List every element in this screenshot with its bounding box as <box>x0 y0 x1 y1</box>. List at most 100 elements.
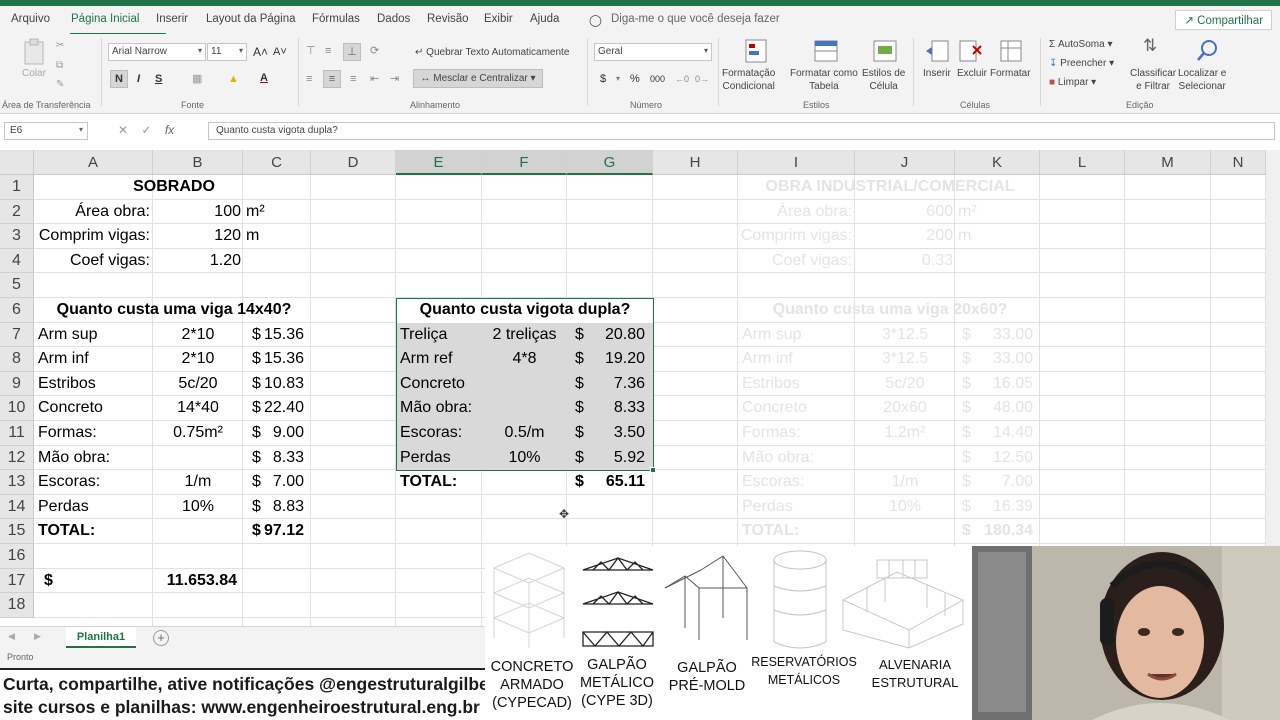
column-header-b[interactable]: B <box>153 150 243 175</box>
cell-currency[interactable]: $ <box>575 421 589 445</box>
font-color-icon[interactable]: A <box>260 70 268 86</box>
increase-decimal-icon[interactable]: ←0 <box>675 71 689 87</box>
borders-icon[interactable]: ▦ <box>192 71 202 87</box>
cell-item-label[interactable]: Escoras: <box>742 470 854 494</box>
row-header-13[interactable]: 13 <box>0 470 34 495</box>
cell-item-qty[interactable]: 10% <box>155 495 241 519</box>
cell-item-price[interactable]: 16.39 <box>975 495 1033 519</box>
row-header-3[interactable]: 3 <box>0 224 34 249</box>
cell-item-label[interactable]: Concreto <box>742 396 854 420</box>
column-header-j[interactable]: J <box>855 150 955 175</box>
column-header-i[interactable]: I <box>738 150 855 175</box>
cell-item-price[interactable]: 33.00 <box>975 323 1033 347</box>
number-format-select[interactable]: Geral ▾ <box>594 43 712 61</box>
column-header-h[interactable]: H <box>653 150 738 175</box>
cell-currency[interactable]: $ <box>962 347 976 371</box>
formula-input[interactable]: Quanto custa vigota dupla? <box>208 122 1275 140</box>
cell-item-label[interactable]: Mão obra: <box>400 396 482 420</box>
delete-cells-label[interactable]: Excluir <box>957 67 987 80</box>
tab-formulas[interactable]: Fórmulas <box>312 13 360 25</box>
bold-button[interactable]: N <box>110 70 128 88</box>
cell-value[interactable]: 600 <box>857 200 953 224</box>
cell-item-price[interactable]: 8.33 <box>258 446 304 470</box>
copy-icon[interactable]: ⧉ <box>56 59 63 72</box>
cell-currency[interactable]: $ <box>44 569 58 593</box>
row-header-1[interactable]: 1 <box>0 175 34 200</box>
cell-total-label[interactable]: TOTAL: <box>38 519 152 543</box>
scroll-left-icon[interactable]: ◀ <box>8 631 15 642</box>
select-all-corner[interactable] <box>0 150 34 175</box>
cell-item-label[interactable]: Arm sup <box>742 323 854 347</box>
find-select-icon[interactable] <box>1195 38 1221 64</box>
row-header-7[interactable]: 7 <box>0 322 34 348</box>
cell-currency[interactable]: $ <box>575 470 589 494</box>
grow-font-icon[interactable]: A˄ <box>253 44 268 60</box>
row-header-6[interactable]: 6 <box>0 298 34 323</box>
fill-color-icon[interactable]: ▲ <box>228 71 239 87</box>
tab-exibir[interactable]: Exibir <box>484 13 513 25</box>
share-button[interactable]: ↗ Compartilhar <box>1175 10 1272 30</box>
cell-item-label[interactable]: Estribos <box>742 372 854 396</box>
tab-pagina-inicial[interactable]: Página Inicial <box>71 13 139 25</box>
cell-item-label[interactable]: Arm inf <box>742 347 854 371</box>
dropdown-icon[interactable]: ▾ <box>616 71 620 87</box>
thousands-icon[interactable]: 000 <box>650 71 665 87</box>
align-middle-icon[interactable]: ≡ <box>325 43 331 59</box>
column-header-f[interactable]: F <box>482 150 567 175</box>
column-header-d[interactable]: D <box>311 150 396 175</box>
cell-label[interactable]: Coef vigas: <box>740 249 852 273</box>
cell-item-price[interactable]: 7.36 <box>590 372 645 396</box>
scroll-right-icon[interactable]: ▶ <box>34 631 41 642</box>
cell-item-qty[interactable]: 1.2m² <box>857 421 953 445</box>
column-header-k[interactable]: K <box>955 150 1040 175</box>
align-bottom-icon[interactable]: ⊥ <box>343 43 361 61</box>
column-header-c[interactable]: C <box>243 150 311 175</box>
cell-item-qty[interactable]: 1/m <box>155 470 241 494</box>
decrease-indent-icon[interactable]: ⇤ <box>370 71 379 87</box>
tab-layout-da-pagina[interactable]: Layout da Página <box>206 13 296 25</box>
align-right-icon[interactable]: ≡ <box>350 71 356 87</box>
cell-item-label[interactable]: Concreto <box>38 396 152 420</box>
cell-item-label[interactable]: Arm ref <box>400 347 482 371</box>
cell-item-price[interactable]: 7.00 <box>975 470 1033 494</box>
cell-item-price[interactable]: 19.20 <box>590 347 645 371</box>
cell-currency[interactable]: $ <box>962 323 976 347</box>
cell-item-qty[interactable]: 14*40 <box>155 396 241 420</box>
cell-item-label[interactable]: Perdas <box>38 495 152 519</box>
tab-revisao[interactable]: Revisão <box>427 13 469 25</box>
cell-label[interactable]: Área obra: <box>36 200 150 224</box>
tell-me-search[interactable]: Diga-me o que você deseja fazer <box>611 13 780 25</box>
format-painter-icon[interactable]: ✎ <box>56 78 64 91</box>
column-header-m[interactable]: M <box>1125 150 1211 175</box>
align-top-icon[interactable]: ⊤ <box>306 43 316 59</box>
row-header-14[interactable]: 14 <box>0 494 34 520</box>
cell-total-value[interactable]: 65.11 <box>590 470 645 494</box>
insert-function-icon[interactable]: fx <box>165 123 174 137</box>
row-header-11[interactable]: 11 <box>0 421 34 446</box>
cell-currency[interactable]: $ <box>575 323 589 347</box>
cell-item-price[interactable]: 22.40 <box>258 396 304 420</box>
cell-item-qty[interactable]: 20x60 <box>857 396 953 420</box>
row-header-5[interactable]: 5 <box>0 273 34 298</box>
cell-unit[interactable]: m² <box>958 200 998 224</box>
italic-button[interactable]: I <box>137 71 140 87</box>
format-cells-label[interactable]: Formatar <box>990 67 1031 80</box>
cell-currency[interactable]: $ <box>962 446 976 470</box>
paste-icon[interactable] <box>22 38 48 68</box>
cell-item-qty[interactable]: 10% <box>482 446 567 470</box>
enter-icon[interactable]: ✓ <box>141 123 151 137</box>
cell-currency[interactable]: $ <box>962 495 976 519</box>
cell-unit[interactable]: m <box>246 224 306 248</box>
cell-unit[interactable]: m² <box>246 200 306 224</box>
font-name-select[interactable]: Arial Narrow ▾ <box>108 43 206 61</box>
sort-filter-icon[interactable]: ⇅ <box>1143 37 1157 54</box>
fill-handle[interactable] <box>650 467 656 473</box>
cell-item-price[interactable]: 5.92 <box>590 446 645 470</box>
cell-styles-icon[interactable] <box>872 38 898 64</box>
cell-item-price[interactable]: 16.05 <box>975 372 1033 396</box>
cell-item-qty[interactable]: 2*10 <box>155 323 241 347</box>
format-cells-icon[interactable] <box>998 38 1024 64</box>
cell-item-qty[interactable]: 2*10 <box>155 347 241 371</box>
cell-item-qty[interactable]: 3*12.5 <box>857 347 953 371</box>
underline-button[interactable]: S <box>155 71 162 87</box>
